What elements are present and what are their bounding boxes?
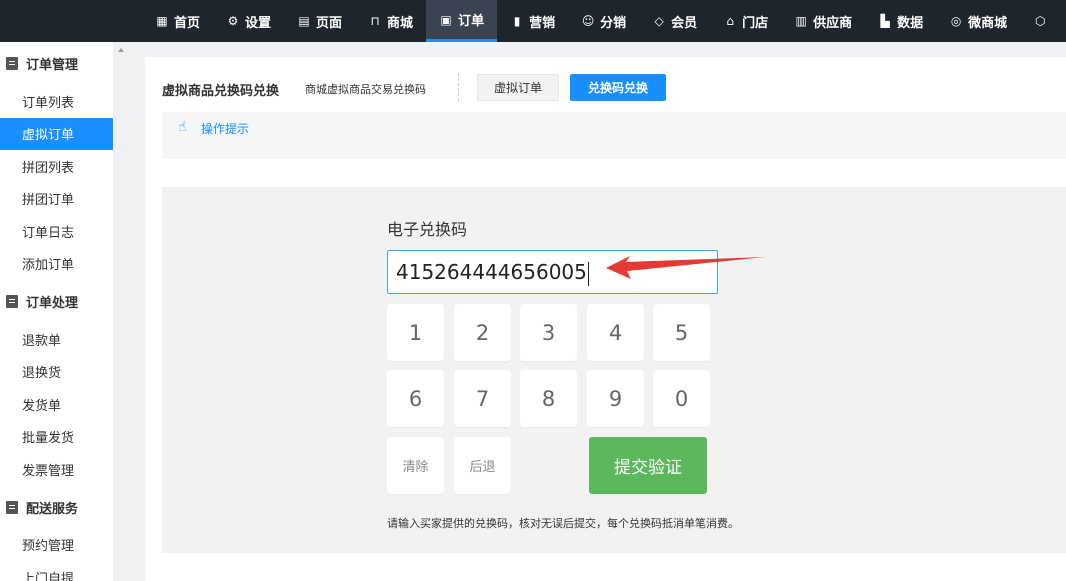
sidebar-item-group-buy-orders[interactable]: 拼团订单 <box>0 183 113 216</box>
submit-verify-button[interactable]: 提交验证 <box>589 437 707 494</box>
keypad-key-0[interactable]: 0 <box>653 370 710 427</box>
nav-item-more[interactable]: ⬡ <box>1020 0 1065 42</box>
top-navbar: ▦ 首页 ⚙ 设置 ▤ 页面 ⊓ 商城 ▣ 订单 ▮ 营销 ☺ 分销 ◇ 会员 ⌂ 门店 ▥ 供应商… <box>0 0 1066 42</box>
data-icon: ▙ <box>880 14 890 28</box>
sidebar-item-reservations[interactable]: 预约管理 <box>0 529 113 562</box>
redeem-panel: 电子兑换码 415264444656005 1 2 3 4 5 6 7 8 9 … <box>162 187 1066 553</box>
nav-item-stores[interactable]: ⌂ 门店 <box>710 0 781 42</box>
edit-icon <box>6 295 18 308</box>
nav-item-wechat-mall[interactable]: ◎ 微商城 <box>936 0 1020 42</box>
backspace-button[interactable]: 后退 <box>454 437 511 494</box>
hand-pointer-icon: ☝ <box>178 119 187 135</box>
sidebar-item-group-buy-list[interactable]: 拼团列表 <box>0 150 113 183</box>
diamond-icon: ◇ <box>654 14 664 28</box>
dashboard-icon: ▦ <box>156 14 168 28</box>
sidebar-item-invoices[interactable]: 发票管理 <box>0 453 113 486</box>
tab-virtual-orders[interactable]: 虚拟订单 <box>477 74 559 101</box>
sidebar-group-delivery: 配送服务 <box>0 486 113 529</box>
keypad-key-1[interactable]: 1 <box>387 304 444 361</box>
keypad-key-3[interactable]: 3 <box>520 304 577 361</box>
code-label: 电子兑换码 <box>387 220 468 239</box>
nav-item-mall[interactable]: ⊓ 商城 <box>355 0 426 42</box>
sidebar-item-shipments[interactable]: 发货单 <box>0 388 113 421</box>
users-icon: ☺ <box>581 14 595 28</box>
main-nav: ▦ 首页 ⚙ 设置 ▤ 页面 ⊓ 商城 ▣ 订单 ▮ 营销 ☺ 分销 ◇ 会员 ⌂ 门店 ▥ 供应商… <box>142 0 1065 42</box>
keypad-key-5[interactable]: 5 <box>653 304 710 361</box>
keypad-key-8[interactable]: 8 <box>520 370 577 427</box>
sidebar: 订单管理 订单列表 虚拟订单 拼团列表 拼团订单 订单日志 添加订单 订单处理 … <box>0 42 113 581</box>
sidebar-group-order-processing: 订单处理 <box>0 280 113 323</box>
wechat-icon: ◎ <box>950 14 962 28</box>
nav-item-orders[interactable]: ▣ 订单 <box>426 0 498 42</box>
header-divider <box>458 73 459 101</box>
instruction-note: 请输入买家提供的兑换码，核对无误后提交，每个兑换码抵消单笔消费。 <box>387 517 739 530</box>
operation-tips-label[interactable]: 操作提示 <box>201 120 249 137</box>
gear-icon: ⚙ <box>227 14 239 28</box>
nav-item-marketing[interactable]: ▮ 营销 <box>497 0 568 42</box>
sidebar-item-returns[interactable]: 退换货 <box>0 356 113 389</box>
nav-item-members[interactable]: ◇ 会员 <box>639 0 710 42</box>
sidebar-item-add-order[interactable]: 添加订单 <box>0 248 113 281</box>
text-caret <box>587 261 589 286</box>
clipboard-icon <box>6 57 18 70</box>
sidebar-item-order-log[interactable]: 订单日志 <box>0 215 113 248</box>
sidebar-item-order-list[interactable]: 订单列表 <box>0 85 113 118</box>
nav-item-pages[interactable]: ▤ 页面 <box>284 0 355 42</box>
nav-item-settings[interactable]: ⚙ 设置 <box>213 0 284 42</box>
operation-tips[interactable]: ☝ 操作提示 <box>162 112 1066 159</box>
store-icon: ⌂ <box>726 14 734 28</box>
sidebar-item-batch-ship[interactable]: 批量发货 <box>0 421 113 454</box>
cube-icon: ⬡ <box>1034 14 1046 28</box>
keypad-key-2[interactable]: 2 <box>454 304 511 361</box>
page-subtitle: 商城虚拟商品交易兑换码 <box>305 83 426 96</box>
tab-redeem-code[interactable]: 兑换码兑换 <box>570 74 666 101</box>
main-content: 虚拟商品兑换码兑换 商城虚拟商品交易兑换码 虚拟订单 兑换码兑换 ☝ 操作提示 … <box>145 57 1066 581</box>
chart-bar-icon: ▮ <box>513 14 521 28</box>
keypad-key-6[interactable]: 6 <box>387 370 444 427</box>
page-icon: ▤ <box>298 14 310 28</box>
page-title: 虚拟商品兑换码兑换 <box>162 84 280 99</box>
code-input[interactable]: 415264444656005 <box>387 250 718 294</box>
nav-item-data[interactable]: ▙ 数据 <box>865 0 936 42</box>
sidebar-group-order-management: 订单管理 <box>0 42 113 85</box>
nav-item-home[interactable]: ▦ 首页 <box>142 0 213 42</box>
keypad-key-7[interactable]: 7 <box>454 370 511 427</box>
supplier-icon: ▥ <box>795 14 807 28</box>
clear-button[interactable]: 清除 <box>387 437 444 494</box>
sidebar-item-virtual-orders[interactable]: 虚拟订单 <box>0 117 113 150</box>
nav-item-suppliers[interactable]: ▥ 供应商 <box>781 0 865 42</box>
sidebar-item-refunds[interactable]: 退款单 <box>0 323 113 356</box>
scroll-up-icon[interactable] <box>118 48 124 52</box>
nav-item-distribution[interactable]: ☺ 分销 <box>568 0 639 42</box>
shop-bag-icon: ⊓ <box>370 14 380 28</box>
logo-area <box>0 0 130 42</box>
order-icon: ▣ <box>440 12 452 27</box>
keypad-key-4[interactable]: 4 <box>587 304 644 361</box>
sidebar-item-self-pickup[interactable]: 上门自提 <box>0 561 113 581</box>
sidebar-scrollbar[interactable] <box>113 42 129 581</box>
truck-icon <box>6 500 18 514</box>
code-input-value: 415264444656005 <box>396 260 587 284</box>
keypad-key-9[interactable]: 9 <box>587 370 644 427</box>
